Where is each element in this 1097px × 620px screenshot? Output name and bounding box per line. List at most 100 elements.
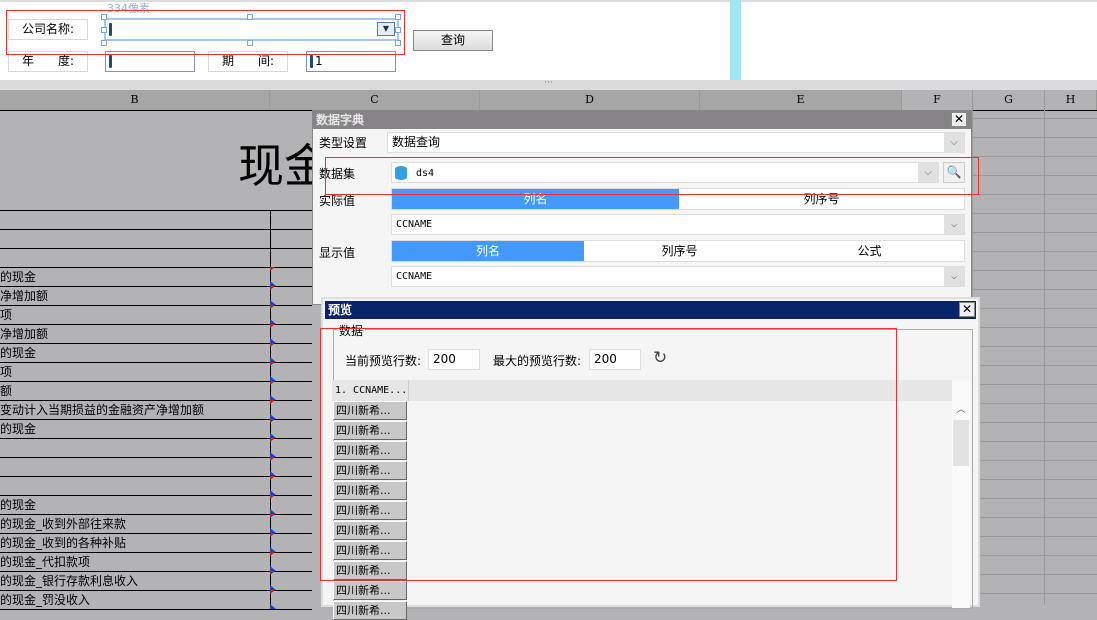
chevron-down-icon: ⌵ xyxy=(944,267,964,286)
sheet-row-label[interactable]: 的现金 xyxy=(0,420,36,439)
panel-splitter[interactable] xyxy=(730,0,741,80)
column-header-ccname[interactable]: 1. CCNAME... xyxy=(333,380,409,401)
close-icon[interactable]: ✕ xyxy=(951,112,967,127)
cell-marker-icon xyxy=(270,267,276,286)
group-label: 数据 xyxy=(337,322,366,339)
preview-row-cell[interactable]: 四川新希... xyxy=(333,421,407,440)
preview-row-cell[interactable]: 四川新希... xyxy=(333,401,407,420)
preview-dataset-button[interactable]: 🔍 xyxy=(943,162,965,183)
cell-marker-icon xyxy=(270,495,276,514)
sheet-row-label[interactable]: 的现金_收到外部往来款 xyxy=(0,515,126,534)
dialog-title: 数据字典 xyxy=(313,111,971,129)
cell-marker-icon xyxy=(270,286,276,305)
cell-marker-icon xyxy=(270,343,276,362)
cell-marker-icon xyxy=(270,552,276,571)
cell-marker-icon xyxy=(270,590,276,609)
cell-marker-icon xyxy=(270,400,276,419)
column-header-g[interactable]: G xyxy=(973,90,1045,110)
company-label: 公司名称: xyxy=(8,19,88,40)
cell-marker-icon xyxy=(270,419,276,438)
column-header-c[interactable]: C xyxy=(270,90,480,110)
tab-column-index[interactable]: 列序号 xyxy=(584,241,775,261)
cell-marker-icon xyxy=(270,438,276,457)
sheet-row-label[interactable]: 的现金_代扣款项 xyxy=(0,553,90,572)
tab-column-index[interactable]: 列序号 xyxy=(679,189,964,209)
preview-row-cell[interactable]: 四川新希... xyxy=(333,601,407,620)
preview-row-cell[interactable]: 四川新希... xyxy=(333,581,407,600)
chevron-down-icon: ⌵ xyxy=(944,215,964,234)
column-header-d[interactable]: D xyxy=(480,90,700,110)
sheet-row-label[interactable]: 变动计入当期损益的金融资产净增加额 xyxy=(0,401,204,420)
display-label: 显示值 xyxy=(319,246,356,260)
dialog-title: 预览 xyxy=(325,301,976,319)
display-value-tabs: 列名 列序号 公式 xyxy=(391,240,965,262)
scrollbar-thumb xyxy=(953,420,969,466)
sheet-row-label[interactable]: 的现金 xyxy=(0,268,36,287)
dropdown-arrow-icon[interactable]: ▼ xyxy=(377,22,395,36)
sheet-row-label[interactable]: 净增加额 xyxy=(0,325,48,344)
sheet-row-label[interactable]: 项 xyxy=(0,306,12,325)
query-button[interactable]: 查询 xyxy=(413,30,493,51)
tab-formula[interactable]: 公式 xyxy=(775,241,964,261)
actual-value-tabs: 列名 列序号 xyxy=(391,188,965,210)
preview-row-cell[interactable]: 四川新希... xyxy=(333,541,407,560)
cell-marker-icon xyxy=(270,571,276,590)
max-rows-input[interactable]: 200 xyxy=(589,349,641,370)
period-input[interactable]: 1 xyxy=(306,51,396,72)
sheet-row-label[interactable]: 额 xyxy=(0,382,12,401)
period-value: 1 xyxy=(315,54,323,68)
column-header-b[interactable]: B xyxy=(0,90,270,110)
column-header-f[interactable]: F xyxy=(902,90,973,110)
grid-cells xyxy=(972,110,1097,605)
cell-marker-icon xyxy=(270,362,276,381)
year-label: 年 度: xyxy=(8,51,88,72)
actual-value-select[interactable]: CCNAME ⌵ xyxy=(391,214,965,235)
vertical-scrollbar[interactable]: ︿ xyxy=(952,380,970,608)
scroll-up-icon: ︿ xyxy=(956,405,966,415)
type-label: 类型设置 xyxy=(319,136,368,150)
period-label: 期 间: xyxy=(208,51,288,72)
data-dictionary-dialog: 数据字典 ✕ 类型设置 数据查询 ⌵ 数据集 ds4 ⌵ 🔍 实际值 列名 列序号 … xyxy=(312,110,972,305)
type-select[interactable]: 数据查询 ⌵ xyxy=(387,132,965,153)
chevron-down-icon: ⌵ xyxy=(918,163,938,182)
refresh-icon[interactable]: ↻ xyxy=(653,348,667,368)
actual-label: 实际值 xyxy=(319,194,356,208)
cell-marker-icon xyxy=(270,457,276,476)
sheet-row-label[interactable]: 的现金_收到的各种补贴 xyxy=(0,534,126,553)
sheet-row-label[interactable]: 净增加额 xyxy=(0,287,48,306)
preview-row-cell[interactable]: 四川新希... xyxy=(333,461,407,480)
max-rows-label: 最大的预览行数: xyxy=(493,354,582,368)
tab-column-name[interactable]: 列名 xyxy=(392,189,679,209)
preview-row-cell[interactable]: 四川新希... xyxy=(333,481,407,500)
cell-marker-icon xyxy=(270,305,276,324)
sheet-row-label[interactable]: 项 xyxy=(0,363,12,382)
cell-marker-icon xyxy=(270,381,276,400)
close-icon[interactable]: ✕ xyxy=(959,302,975,317)
resize-handle[interactable]: ··· xyxy=(0,79,1097,90)
sheet-row-label[interactable]: 的现金_银行存款利息收入 xyxy=(0,572,138,591)
cell-marker-icon xyxy=(270,514,276,533)
column-header-h[interactable]: H xyxy=(1045,90,1097,110)
current-rows-input[interactable]: 200 xyxy=(428,349,480,370)
sheet-row-label[interactable]: 的现金_罚没收入 xyxy=(0,591,90,610)
cell-marker-icon xyxy=(270,533,276,552)
tab-column-name[interactable]: 列名 xyxy=(392,241,584,261)
display-value-select[interactable]: CCNAME ⌵ xyxy=(391,266,965,287)
cell-marker-icon xyxy=(270,324,276,343)
width-hint: 334像素 xyxy=(107,2,150,15)
year-input[interactable] xyxy=(105,51,195,72)
current-rows-label: 当前预览行数: xyxy=(345,354,422,368)
preview-row-cell[interactable]: 四川新希... xyxy=(333,441,407,460)
sheet-row-label[interactable]: 的现金 xyxy=(0,496,36,515)
preview-row-cell[interactable]: 四川新希... xyxy=(333,521,407,540)
dataset-label: 数据集 xyxy=(319,167,356,181)
sheet-row-label[interactable]: 的现金 xyxy=(0,344,36,363)
company-combobox[interactable]: ▼ xyxy=(104,18,399,41)
preview-dialog: 预览 ✕ 数据 当前预览行数: 200 最大的预览行数: 200 ↻ 1. CC… xyxy=(321,297,980,609)
preview-row-cell[interactable]: 四川新希... xyxy=(333,501,407,520)
column-header-e[interactable]: E xyxy=(700,90,902,110)
chevron-down-icon: ⌵ xyxy=(944,133,964,152)
dataset-select[interactable]: ds4 ⌵ xyxy=(391,162,939,183)
preview-row-cell[interactable]: 四川新希... xyxy=(333,561,407,580)
cell-marker-icon xyxy=(270,476,276,495)
